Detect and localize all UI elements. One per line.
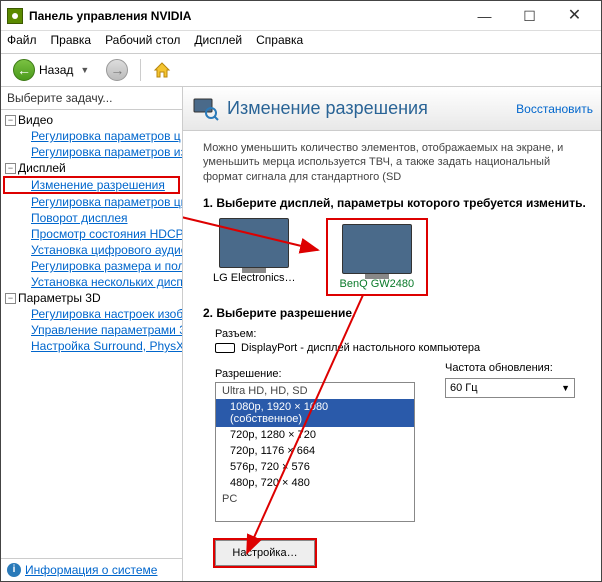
tree-item[interactable]: Установка нескольких дисп xyxy=(3,274,180,290)
tree-item[interactable]: Просмотр состояния HDCP xyxy=(3,226,180,242)
monitor-option[interactable]: LG Electronics… xyxy=(213,218,296,296)
task-tree: −Видео Регулировка параметров ц Регулиро… xyxy=(1,109,182,558)
back-label: Назад xyxy=(39,63,73,77)
main-panel: Изменение разрешения Восстановить Можно … xyxy=(183,87,601,581)
tree-item-change-resolution[interactable]: Изменение разрешения xyxy=(3,176,180,194)
monitor-caption: LG Electronics… xyxy=(213,272,296,284)
sidebar-heading: Выберите задачу... xyxy=(1,87,182,109)
monitor-caption: BenQ GW2480 xyxy=(340,278,415,290)
toolbar: ← Назад ▼ → xyxy=(1,53,601,87)
monitor-icon xyxy=(219,218,289,268)
tree-item[interactable]: Установка цифрового аудио xyxy=(3,242,180,258)
refresh-select[interactable]: 60 Гц ▼ xyxy=(445,378,575,398)
tree-item[interactable]: Регулировка параметров ц xyxy=(3,128,180,144)
refresh-value: 60 Гц xyxy=(450,382,478,394)
menu-edit[interactable]: Правка xyxy=(51,33,92,51)
refresh-label: Частота обновления: xyxy=(445,362,575,374)
res-option[interactable]: 720p, 1176 × 664 xyxy=(216,443,414,459)
menu-help[interactable]: Справка xyxy=(256,33,303,51)
back-button[interactable]: ← Назад ▼ xyxy=(7,57,98,83)
monitor-magnify-icon xyxy=(191,95,219,123)
maximize-button[interactable]: ☐ xyxy=(507,2,552,30)
tree-item[interactable]: Управление параметрами 3D xyxy=(3,322,180,338)
menubar: Файл Правка Рабочий стол Дисплей Справка xyxy=(1,31,601,53)
window-title: Панель управления NVIDIA xyxy=(29,9,462,23)
close-button[interactable]: ✕ xyxy=(552,2,597,30)
resolution-list[interactable]: Ultra HD, HD, SD 1080p, 1920 × 1080 (соб… xyxy=(215,382,415,522)
expander-icon[interactable]: − xyxy=(5,115,16,126)
menu-file[interactable]: Файл xyxy=(7,33,37,51)
menu-display[interactable]: Дисплей xyxy=(194,33,242,51)
titlebar: Панель управления NVIDIA — ☐ ✕ xyxy=(1,1,601,31)
monitor-picker: LG Electronics… BenQ GW2480 xyxy=(213,218,587,296)
res-option[interactable]: 576p, 720 × 576 xyxy=(216,459,414,475)
chevron-down-icon[interactable]: ▼ xyxy=(77,65,92,75)
tree-item[interactable]: Поворот дисплея xyxy=(3,210,180,226)
connector-value: DisplayPort - дисплей настольного компью… xyxy=(241,342,480,354)
home-button[interactable] xyxy=(147,59,177,81)
monitor-icon xyxy=(342,224,412,274)
res-option[interactable]: 720p, 1280 × 720 xyxy=(216,427,414,443)
expander-icon[interactable]: − xyxy=(5,293,16,304)
restore-link[interactable]: Восстановить xyxy=(516,102,593,116)
main-body: Можно уменьшить количество элементов, от… xyxy=(183,131,601,576)
forward-icon: → xyxy=(106,59,128,81)
nvidia-icon xyxy=(7,8,23,24)
connector-label: Разъем: xyxy=(215,328,587,340)
tree-cat-display[interactable]: −Дисплей xyxy=(3,160,180,176)
customize-button[interactable]: Настройка… xyxy=(215,540,315,566)
tree-item[interactable]: Регулировка параметров из xyxy=(3,144,180,160)
step1-label: 1. Выберите дисплей, параметры которого … xyxy=(203,196,587,210)
forward-button[interactable]: → xyxy=(100,57,134,83)
tree-cat-video[interactable]: −Видео xyxy=(3,112,180,128)
res-option-selected[interactable]: 1080p, 1920 × 1080 (собственное) xyxy=(216,399,414,427)
res-group: PC xyxy=(216,491,414,507)
displayport-icon xyxy=(215,343,235,353)
tree-item[interactable]: Регулировка настроек изоб xyxy=(3,306,180,322)
menu-desktop[interactable]: Рабочий стол xyxy=(105,33,180,51)
step2-label: 2. Выберите разрешение. xyxy=(203,306,587,320)
tree-item[interactable]: Регулировка размера и поло xyxy=(3,258,180,274)
monitor-option-selected[interactable]: BenQ GW2480 xyxy=(326,218,429,296)
res-group: Ultra HD, HD, SD xyxy=(216,383,414,399)
page-title: Изменение разрешения xyxy=(227,98,516,119)
expander-icon[interactable]: − xyxy=(5,163,16,174)
connector-row: DisplayPort - дисплей настольного компью… xyxy=(215,342,587,354)
tree-item[interactable]: Настройка Surround, PhysX xyxy=(3,338,180,354)
info-icon: i xyxy=(7,563,21,577)
resolution-label: Разрешение: xyxy=(215,368,415,380)
tree-cat-3d[interactable]: −Параметры 3D xyxy=(3,290,180,306)
home-icon xyxy=(153,61,171,79)
tree-item[interactable]: Регулировка параметров цв xyxy=(3,194,180,210)
sidebar: Выберите задачу... −Видео Регулировка па… xyxy=(1,87,183,581)
res-option[interactable]: 480p, 720 × 480 xyxy=(216,475,414,491)
page-header: Изменение разрешения Восстановить xyxy=(183,87,601,131)
system-info-link[interactable]: i Информация о системе xyxy=(1,558,182,581)
description: Можно уменьшить количество элементов, от… xyxy=(203,141,587,184)
divider xyxy=(140,59,141,81)
minimize-button[interactable]: — xyxy=(462,2,507,30)
chevron-down-icon: ▼ xyxy=(561,383,570,393)
back-icon: ← xyxy=(13,59,35,81)
